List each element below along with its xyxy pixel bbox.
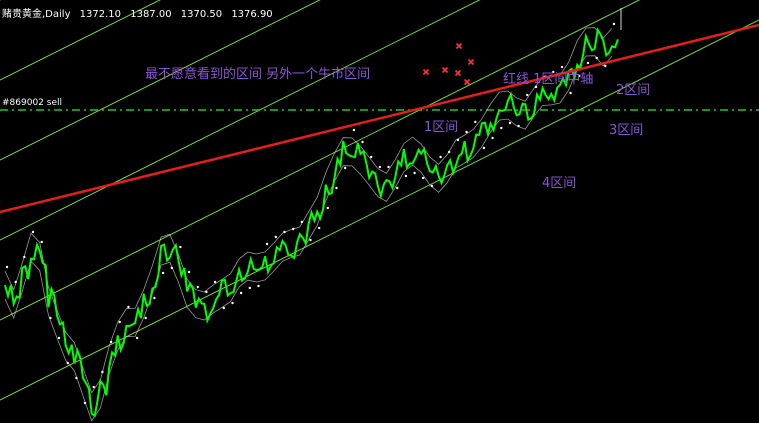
sar-dot [170,266,173,270]
sar-dot [231,301,234,305]
close-value: 1376.90 [231,9,273,20]
sar-dot [422,176,425,180]
sar-dot [196,285,199,289]
zone-1-label: 1区间 [424,120,459,135]
sar-dot [352,128,356,132]
sar-dot [465,130,468,134]
zone-2-label: 2区间 [616,83,651,98]
red-line-annotation: 红线 1区间中轴 [503,72,594,87]
sar-dot [335,186,338,190]
zone-4-label: 4区间 [542,176,577,191]
high-value: 1387.00 [130,9,172,20]
sar-dot [430,184,434,188]
sar-dot [526,93,529,97]
sar-dot [92,385,95,389]
sar-dot [344,166,347,170]
marker-x [455,42,463,50]
sar-dot [213,280,217,284]
sar-dot [222,306,225,310]
sar-dot [396,186,399,190]
sar-dot [109,340,113,344]
sar-dot [118,320,121,324]
sar-dot [239,291,243,295]
sar-dot [612,22,616,26]
sar-dot [439,155,442,159]
sar-dot [187,270,191,274]
sar-dot [153,296,156,300]
sar-dot [31,230,35,234]
symbol-label: 赌贵黄金,Daily [2,9,71,20]
low-value: 1370.50 [180,9,223,20]
sar-dot [361,140,364,144]
sar-dot [517,124,520,128]
sar-dot [387,165,390,169]
sar-dot [595,56,598,60]
sar-dot [413,171,416,175]
sar-dot [14,280,17,284]
sar-dot [144,316,147,320]
sar-dot [318,226,321,230]
sar-dot [101,370,104,374]
sar-dot [569,91,572,95]
sar-dot [40,240,43,244]
sar-dot [456,138,460,142]
sar-dot [292,227,295,231]
sar-dot [586,61,590,65]
marker-x [441,66,449,74]
sar-dot [500,126,503,130]
sar-dot [309,238,312,242]
sar-dot [326,206,329,210]
price-chart [0,0,759,422]
open-value: 1372.10 [79,9,122,20]
sar-dot [127,305,130,309]
sar-dot [49,316,52,320]
price-line [4,26,619,418]
red-line [0,23,759,214]
channel-line [0,19,759,401]
markers [422,42,475,86]
sar-dot [205,290,208,294]
sar-dot [83,401,87,405]
sar-dot [508,121,512,125]
sar-dot [448,150,451,154]
red-trend-line [0,23,759,214]
zone-3-label: 3区间 [609,123,644,138]
channel-line [0,0,641,321]
sar-dot [283,230,286,234]
sar-dot [370,155,373,159]
channel-line [0,0,481,241]
sar-dot [474,120,477,124]
sar-dot [161,271,165,275]
chart-header: 赌贵黄金,Daily 1372.10 1387.00 1370.50 1376.… [2,5,279,20]
sar-dot [248,286,251,290]
sar-dot [5,265,9,269]
sar-dot [135,336,139,340]
marker-x [463,78,471,86]
marker-x [467,58,475,66]
sar-dot [491,136,494,140]
sar-dot [604,64,607,68]
sar-dot [300,220,303,224]
chart-canvas: 赌贵黄金,Daily 1372.10 1387.00 1370.50 1376.… [0,0,759,423]
sar-dot [23,255,26,259]
sar-dot [57,336,61,340]
sar-dot [257,284,260,288]
marker-x [422,68,430,76]
marker-x [454,69,462,77]
sar-dot [482,146,486,150]
sar-dot [265,242,269,246]
sar-dot [378,165,382,169]
main-annotation: 最不愿意看到的区间 另外一个牛市区间 [145,67,371,82]
channel-lines [0,0,759,401]
sar-dot [75,376,78,380]
sar-dot [179,245,182,249]
sar-dot [66,361,69,365]
sar-dot [274,235,277,239]
order-level-label: #869002 sell [2,98,62,108]
sar-dot [404,174,408,178]
